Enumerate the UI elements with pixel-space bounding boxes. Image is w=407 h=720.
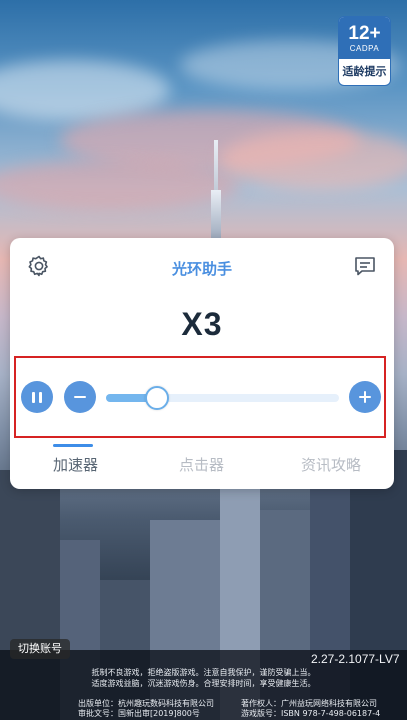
switch-account-button[interactable]: 切换账号 (10, 639, 70, 659)
approval-number: 审批文号：国新出审[2019]800号 (78, 709, 200, 718)
message-button[interactable] (350, 251, 380, 281)
speed-multiplier: X3 (181, 306, 223, 342)
copyright-holder: 著作权人：广州益玩网络科技有限公司 (241, 699, 377, 708)
panel-tabs: 加速器 点击器 资讯攻略 (10, 444, 394, 488)
decrease-speed-button[interactable] (64, 381, 96, 413)
health-notice-line-1: 抵制不良游戏，拒绝盗版游戏。注意自我保护，谨防受骗上当。 (91, 668, 316, 677)
plus-icon (359, 391, 371, 403)
license-footer: 出版单位：杭州趣玩数码科技有限公司 审批文号：国新出审[2019]800号 著作… (78, 699, 380, 719)
age-rating-number: 12+ (348, 22, 381, 44)
tab-accelerator[interactable]: 加速器 (53, 454, 98, 475)
tab-clicker[interactable]: 点击器 (179, 454, 224, 475)
active-tab-indicator (53, 444, 93, 447)
version-label: 2.27-2.1077-LV7 (311, 652, 400, 666)
increase-speed-button[interactable] (349, 381, 381, 413)
age-rating-badge: 12+ CADPA 适龄提示 (338, 16, 391, 86)
health-notice: 抵制不良游戏，拒绝盗版游戏。注意自我保护，谨防受骗上当。 适度游戏益脑，沉迷游戏… (0, 667, 407, 689)
message-icon (355, 257, 375, 276)
accelerator-panel: 光环助手 X3 加速器 点击器 资讯攻略 (10, 238, 394, 489)
age-rating-org: CADPA (349, 43, 380, 53)
speed-slider-thumb[interactable] (145, 386, 170, 410)
health-notice-line-2: 适度游戏益脑，沉迷游戏伤身。合理安排时间，享受健康生活。 (91, 679, 316, 688)
minus-icon (74, 395, 86, 399)
pause-button[interactable] (21, 381, 53, 413)
age-rating-label: 适龄提示 (342, 65, 387, 78)
panel-title: 光环助手 (171, 260, 232, 278)
speed-control-row (14, 356, 386, 438)
speed-slider[interactable] (106, 386, 339, 410)
tab-news-guides[interactable]: 资讯攻略 (301, 454, 361, 475)
publisher-info: 出版单位：杭州趣玩数码科技有限公司 (78, 699, 214, 708)
pause-icon (30, 391, 44, 403)
isbn-number: 游戏版号：ISBN 978-7-498-06187-4 (241, 709, 381, 718)
